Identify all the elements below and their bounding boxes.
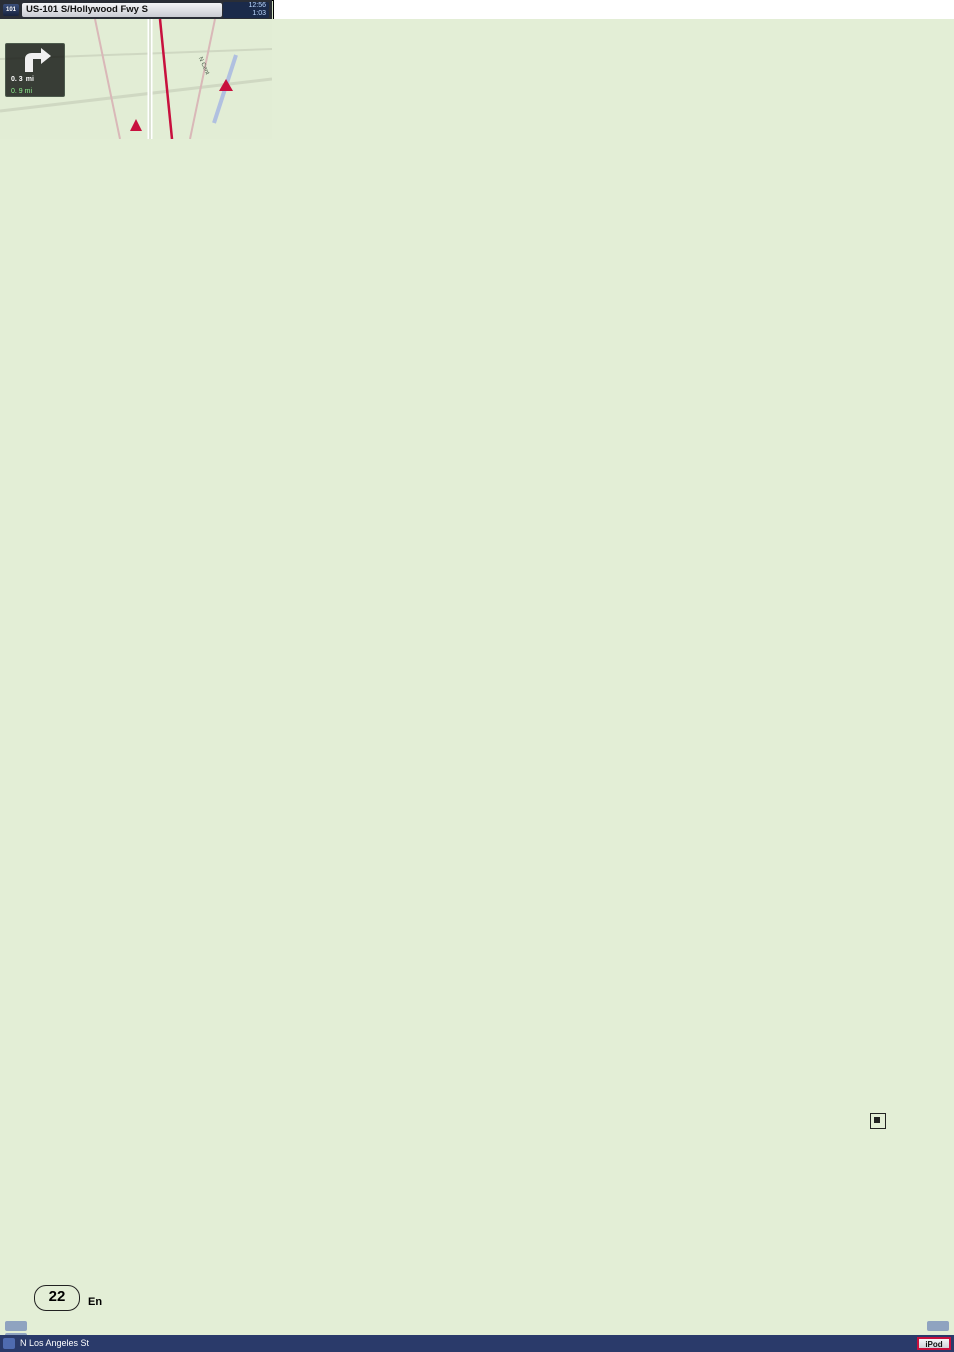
map-top-bar: 101 US-101 S/Hollywood Fwy S 12:56 1:03 — [0, 0, 272, 19]
route-badge: 101 — [3, 4, 19, 16]
map-clock: 12:56 — [223, 2, 269, 10]
map-eta: 1:03 — [223, 10, 269, 18]
current-street-bottom: N Los Angeles St — [20, 1338, 90, 1348]
map-screen[interactable]: 101 US-101 S/Hollywood Fwy S 12:56 1:03 — [0, 0, 954, 1352]
map-canvas[interactable]: 0. 3 mi 0. 9 mi N Cent — [0, 19, 954, 1335]
page-number: 22 — [34, 1285, 80, 1311]
manual-page: Chapter 03 How to use the navigation men… — [0, 0, 954, 1352]
remaining-distance: 0. 3 mi — [11, 76, 34, 83]
turn-arrow-icon — [25, 48, 51, 72]
current-street-top: US-101 S/Hollywood Fwy S — [22, 3, 222, 17]
turn-guidance-panel: 0. 3 mi 0. 9 mi — [5, 43, 65, 97]
map-zoom-in-button[interactable] — [5, 1321, 27, 1331]
map-ipod-button[interactable]: iPod — [917, 1337, 951, 1350]
end-mark — [870, 1113, 886, 1129]
remaining-distance-small: 0. 9 mi — [11, 88, 33, 95]
map-menu-icon[interactable] — [3, 1338, 15, 1349]
map-view-button[interactable] — [927, 1321, 949, 1331]
map-bottom-bar: N Los Angeles St iPod — [0, 1335, 954, 1352]
language-code: En — [88, 1296, 103, 1308]
